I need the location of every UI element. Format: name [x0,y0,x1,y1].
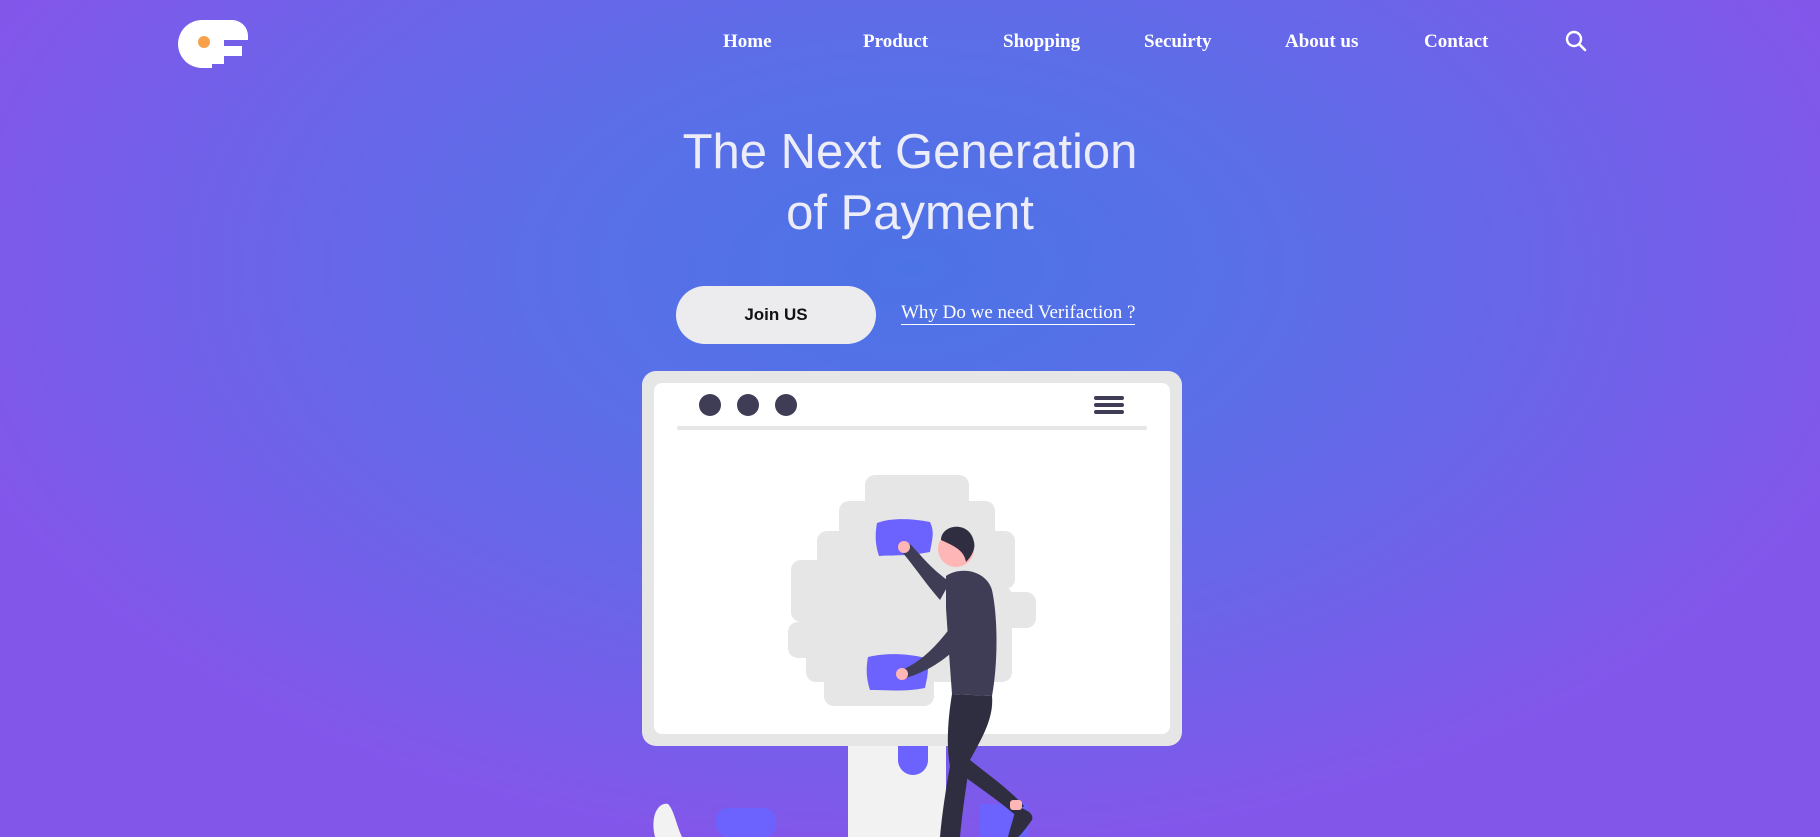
decor-block [716,808,776,837]
window-dot-1 [699,394,721,416]
plant-leaf-shape [653,803,682,837]
search-button[interactable] [1564,29,1588,53]
window-dot-3 [775,394,797,416]
nav-item-shopping[interactable]: Shopping [1003,30,1080,54]
logo-c-shape [178,20,248,68]
monitor-stand [848,743,946,837]
logo-f-bar [224,46,242,56]
nav-item-about-us[interactable]: About us [1285,30,1358,54]
hero-title: The Next Generation of Payment [560,122,1260,244]
window-divider [677,426,1147,430]
window-dot-2 [737,394,759,416]
nav-item-product[interactable]: Product [863,30,928,54]
nav-item-contact[interactable]: Contact [1424,30,1488,54]
hero-title-line-2: of Payment [786,186,1034,240]
search-icon [1565,30,1587,52]
payment-illustration [642,371,1182,837]
menu-icon [1094,396,1124,414]
brand-logo[interactable] [178,16,250,68]
nav-item-home[interactable]: Home [723,30,772,54]
join-us-button[interactable]: Join US [676,286,876,344]
nav-item-security[interactable]: Secuirty [1144,30,1212,54]
logo-dot [198,36,210,48]
stand-accent [898,743,928,775]
hero-title-line-1: The Next Generation [682,125,1138,179]
why-verification-link[interactable]: Why Do we need Verifaction ? [901,302,1136,325]
